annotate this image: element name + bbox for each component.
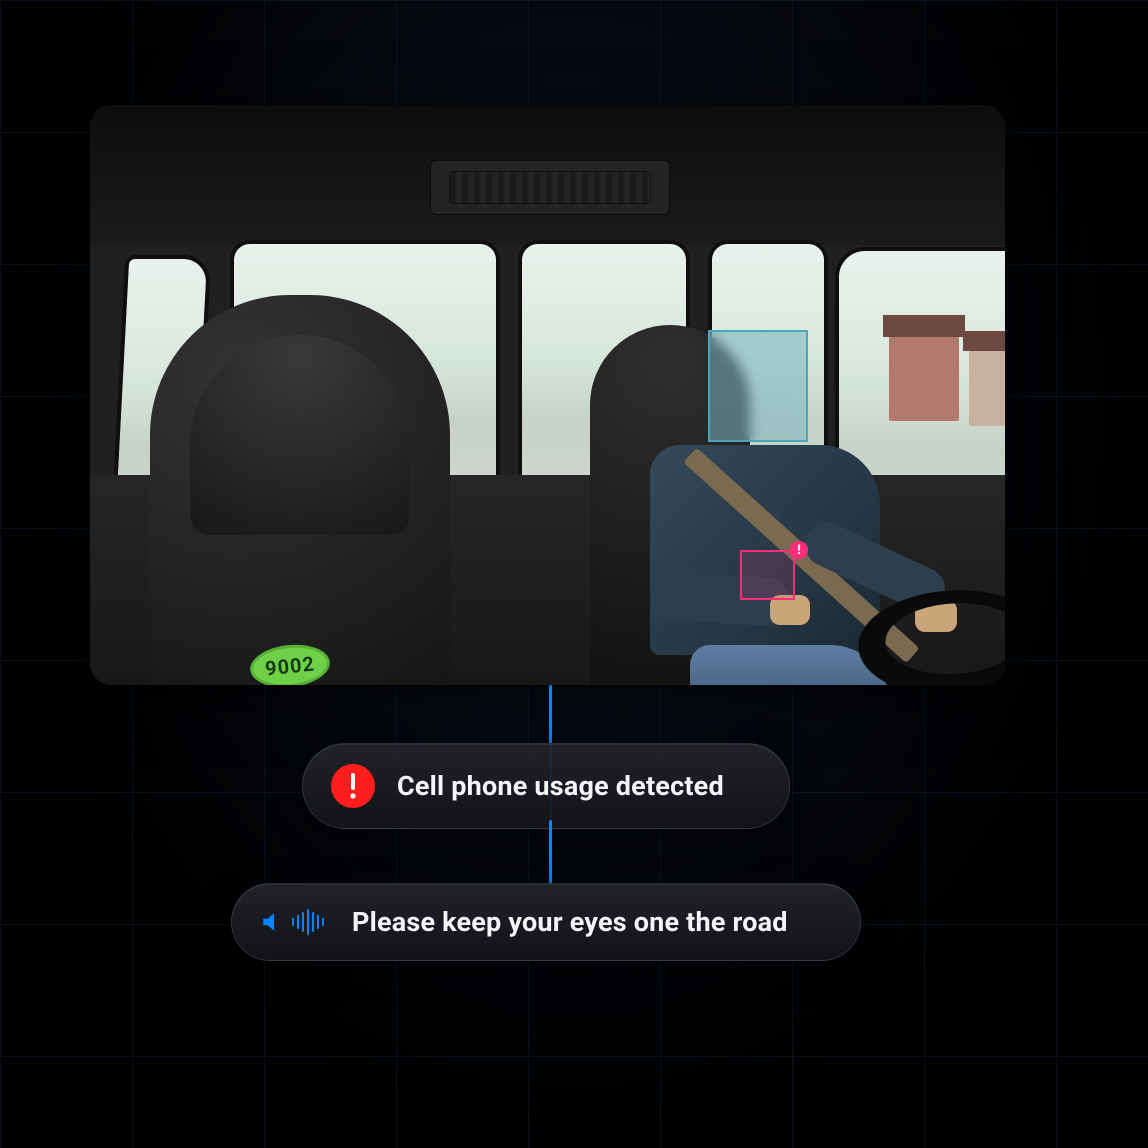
alert-pill-detection: Cell phone usage detected [302, 743, 790, 829]
phone-alert-badge-icon: ! [790, 541, 808, 559]
alert-pill-audio: Please keep your eyes one the road [231, 883, 861, 961]
alert-icon [331, 764, 375, 808]
alert-text: Cell phone usage detected [397, 770, 724, 802]
cab-interior-illustration: 9002 ! [90, 105, 1005, 685]
speaker-icon [260, 904, 330, 940]
alert-text: Please keep your eyes one the road [352, 906, 788, 938]
passenger-seat [150, 295, 450, 685]
audio-wave-icon [292, 909, 324, 935]
timeline-connector [549, 820, 552, 885]
dashcam-video-frame: 9002 ! [90, 105, 1005, 685]
